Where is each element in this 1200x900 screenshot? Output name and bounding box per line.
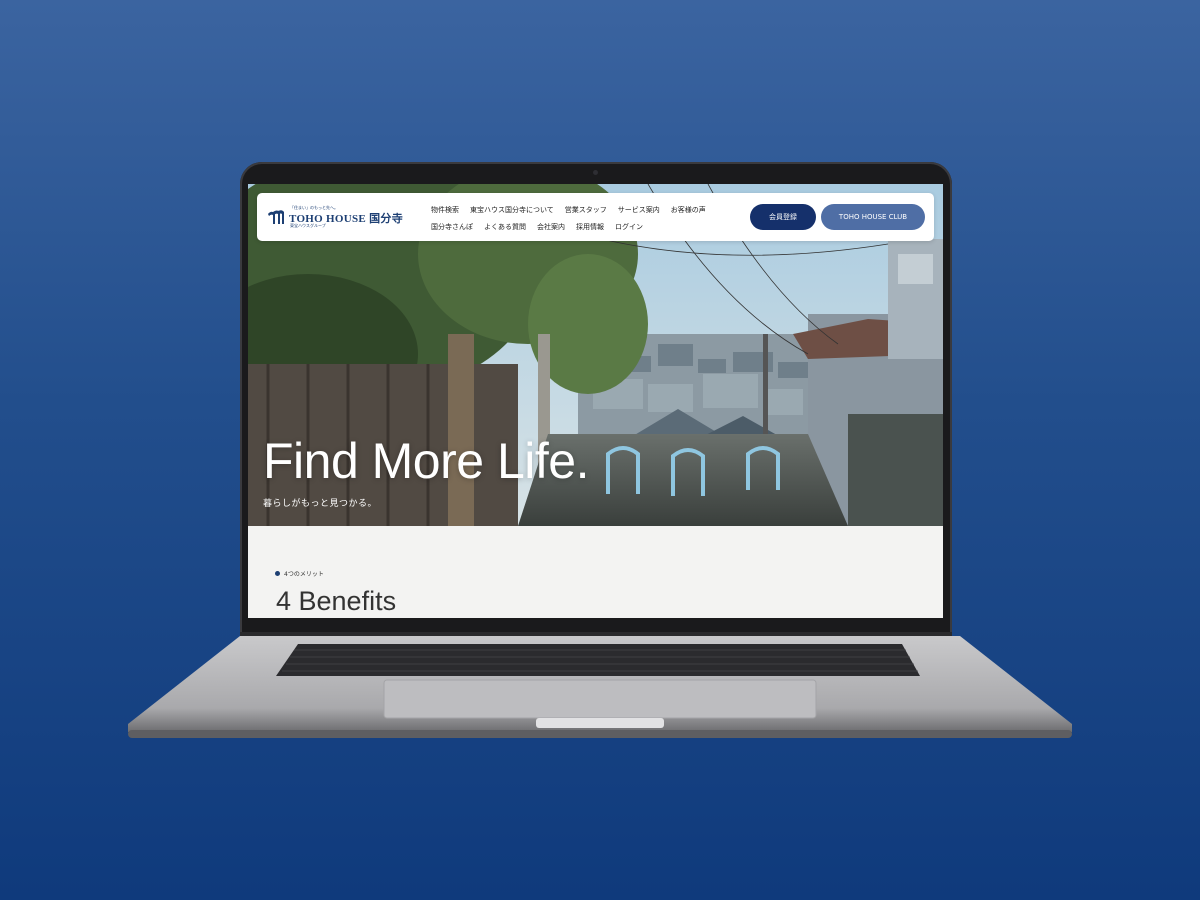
main-nav-row-1: 物件検索 東宝ハウス国分寺について 営業スタッフ サービス案内 お客様の声 bbox=[431, 205, 706, 215]
nav-customer-voices[interactable]: お客様の声 bbox=[671, 205, 706, 215]
site-header: 「住まい」のもっと先へ。 TOHO HOUSE 国分寺 東宝ハウスグループ 物件… bbox=[257, 193, 934, 241]
logo-mark-icon bbox=[268, 210, 284, 224]
benefits-title: 4 Benefits bbox=[276, 586, 397, 616]
camera-dot bbox=[593, 170, 598, 175]
hero-subtitle: 暮らしがもっと見つかる。 bbox=[263, 499, 378, 509]
nav-recruit[interactable]: 採用情報 bbox=[576, 222, 604, 232]
benefits-section: 4つのメリット 4 Benefits bbox=[248, 526, 943, 618]
nav-services[interactable]: サービス案内 bbox=[618, 205, 660, 215]
keyboard-deck-illustration bbox=[128, 632, 1072, 738]
nav-faq[interactable]: よくある質問 bbox=[484, 222, 526, 232]
nav-property-search[interactable]: 物件検索 bbox=[431, 205, 459, 215]
site-logo[interactable]: 「住まい」のもっと先へ。 TOHO HOUSE 国分寺 東宝ハウスグループ bbox=[267, 205, 417, 231]
benefits-label: 4つのメリット bbox=[284, 571, 324, 578]
toho-house-club-button[interactable]: TOHO HOUSE CLUB bbox=[821, 204, 925, 230]
main-nav-row-2: 国分寺さんぽ よくある質問 会社案内 採用情報 ログイン bbox=[431, 222, 643, 232]
nav-sales-staff[interactable]: 営業スタッフ bbox=[565, 205, 607, 215]
website-screen: Find More Life. 暮らしがもっと見つかる。 「住まい」のもっと先へ… bbox=[248, 184, 943, 618]
nav-company[interactable]: 会社案内 bbox=[537, 222, 565, 232]
nav-kokubunji-walk[interactable]: 国分寺さんぽ bbox=[431, 222, 473, 232]
laptop-base bbox=[128, 632, 1072, 740]
bullet-dot-icon bbox=[275, 571, 280, 576]
nav-about[interactable]: 東宝ハウス国分寺について bbox=[470, 205, 554, 215]
logo-group-name: 東宝ハウスグループ bbox=[290, 223, 326, 228]
hero-title: Find More Life. bbox=[263, 433, 589, 489]
nav-login[interactable]: ログイン bbox=[615, 222, 643, 232]
member-register-button[interactable]: 会員登録 bbox=[750, 204, 816, 230]
